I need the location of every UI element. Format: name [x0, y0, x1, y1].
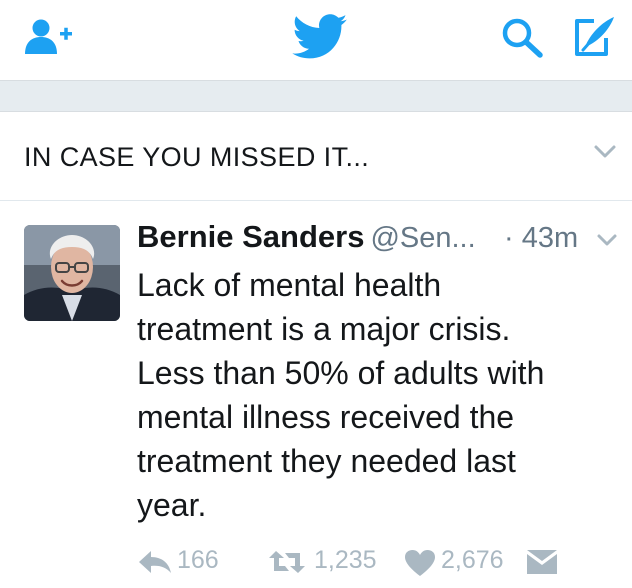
avatar[interactable] [24, 225, 120, 321]
direct-message-icon[interactable] [526, 549, 558, 575]
tweet-timestamp: · 43m [504, 222, 579, 254]
tweet-text-line: Less than 50% of adults with [137, 355, 545, 391]
tweet-header: Bernie Sanders @Sen... [137, 219, 476, 255]
tweet-text-line: mental illness received the [137, 399, 515, 435]
top-navigation-bar [0, 0, 632, 81]
section-divider [0, 81, 632, 112]
avatar-photo [24, 225, 120, 321]
tweet-text-line: year. [137, 487, 207, 523]
section-title: IN CASE YOU MISSED IT... [24, 142, 370, 172]
search-icon[interactable] [500, 17, 546, 59]
tweet[interactable]: Bernie Sanders @Sen... · 43m Lack of ment… [0, 201, 632, 588]
author-name[interactable]: Bernie Sanders [137, 219, 364, 254]
reply-count: 166 [177, 546, 219, 574]
section-header: IN CASE YOU MISSED IT... [0, 112, 632, 201]
retweet-icon[interactable] [267, 549, 307, 575]
tweet-text-line: Lack of mental health [137, 267, 442, 303]
tweet-actions: 166 1,235 2,676 [0, 541, 632, 581]
tweet-text-line: treatment they needed last [137, 443, 516, 479]
retweet-count: 1,235 [314, 546, 377, 574]
author-handle[interactable]: @Sen... [370, 222, 475, 254]
tweet-options-chevron-icon[interactable] [596, 233, 618, 247]
tweet-text-line: treatment is a major crisis. [137, 311, 511, 347]
chevron-down-icon[interactable] [593, 144, 617, 160]
tweet-text: Lack of mental health treatment is a maj… [137, 263, 607, 527]
heart-icon[interactable] [404, 549, 436, 577]
compose-icon[interactable] [570, 14, 618, 60]
reply-icon[interactable] [137, 549, 173, 575]
add-user-icon[interactable] [22, 16, 78, 56]
twitter-bird-icon[interactable] [292, 14, 348, 60]
like-count: 2,676 [441, 546, 504, 574]
